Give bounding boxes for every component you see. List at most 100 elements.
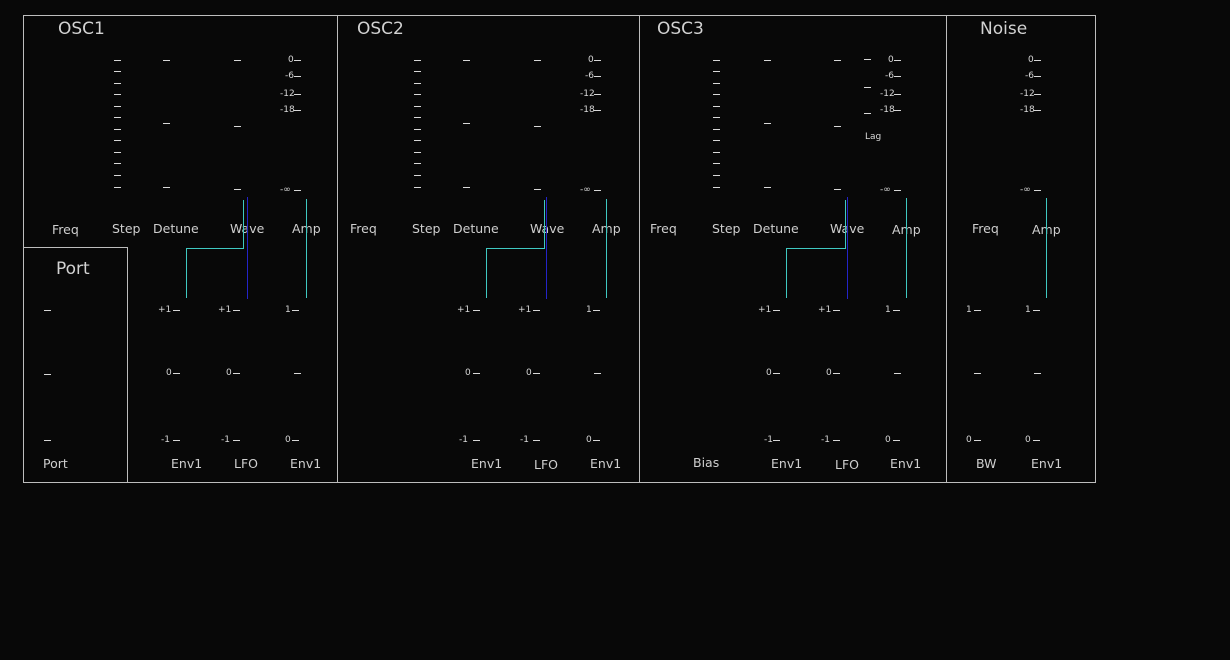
amp-tick: [594, 94, 601, 95]
osc3-detune-label: Detune: [753, 221, 799, 236]
amp-scale-label: -∞: [580, 185, 591, 195]
amp-scale-label: -∞: [880, 185, 891, 195]
step-tick: [713, 163, 720, 164]
osc2-lfo-label: LFO: [534, 457, 558, 472]
amp-scale-label: -18: [580, 105, 595, 115]
amp-scale-label: -6: [585, 71, 594, 81]
osc3-lag-label: Lag: [865, 132, 882, 142]
detune-tick: [163, 123, 170, 124]
noise-env1-label: Env1: [1031, 456, 1063, 471]
amp-tick: [894, 190, 901, 191]
step-tick: [713, 71, 720, 72]
mod-tick: [292, 440, 299, 441]
osc2-panel: [337, 15, 640, 483]
osc1-lfo-label: LFO: [234, 456, 258, 471]
amp-scale-label: -6: [885, 71, 894, 81]
mod-scale-label: 0: [526, 368, 532, 378]
detune-tick: [463, 187, 470, 188]
osc1-mod-connector: [186, 248, 244, 249]
osc3-bias-label: Bias: [693, 455, 720, 470]
mod-scale-label: 1: [586, 305, 592, 315]
osc2-freq-label: Freq: [350, 221, 377, 236]
amp-tick: [894, 60, 901, 61]
amp-scale-label: -∞: [1020, 185, 1031, 195]
amp-scale-label: 0: [888, 55, 894, 65]
mod-scale-label: -1: [821, 435, 830, 445]
mod-tick: [173, 440, 180, 441]
mod-tick: [173, 373, 180, 374]
osc2-step-label: Step: [412, 221, 441, 236]
noise-tick: [1034, 373, 1041, 374]
mod-scale-label: 0: [285, 435, 291, 445]
step-tick: [713, 117, 720, 118]
amp-tick: [594, 76, 601, 77]
mod-scale-label: 0: [885, 435, 891, 445]
osc2-amp-indicator[interactable]: [606, 199, 607, 298]
amp-tick: [1034, 94, 1041, 95]
amp-tick: [294, 110, 301, 111]
osc1-wave-indicator[interactable]: [243, 200, 244, 248]
noise-tick: [974, 373, 981, 374]
osc1-detune-mod-line: [186, 248, 187, 298]
step-tick: [114, 163, 121, 164]
wave-tick: [534, 189, 541, 190]
step-tick: [713, 60, 720, 61]
osc3-panel: [639, 15, 947, 483]
amp-tick: [294, 190, 301, 191]
osc1-amp-indicator[interactable]: [306, 199, 307, 298]
mod-scale-label: +1: [218, 305, 232, 315]
osc3-freq-label: Freq: [650, 221, 677, 236]
osc1-freq-label: Freq: [52, 222, 79, 237]
step-tick: [414, 60, 421, 61]
osc2-wave-indicator[interactable]: [544, 200, 545, 248]
osc3-wave-indicator[interactable]: [845, 200, 846, 248]
noise-amp-indicator[interactable]: [1046, 198, 1047, 298]
port-title: Port: [56, 259, 90, 279]
step-tick: [414, 175, 421, 176]
wave-tick: [834, 60, 841, 61]
osc1-title: OSC1: [58, 19, 105, 39]
noise-tick: [974, 440, 981, 441]
step-tick: [414, 187, 421, 188]
osc3-amp-indicator[interactable]: [906, 198, 907, 298]
noise-freq-label: Freq: [972, 221, 999, 236]
amp-scale-label: 0: [588, 55, 594, 65]
mod-scale-label: 1: [885, 305, 891, 315]
osc3-wave-blue-line: [847, 197, 848, 299]
mod-tick: [773, 310, 780, 311]
step-tick: [414, 163, 421, 164]
mod-tick: [233, 310, 240, 311]
mod-tick: [533, 440, 540, 441]
detune-tick: [163, 187, 170, 188]
amp-tick: [594, 60, 601, 61]
step-tick: [414, 140, 421, 141]
step-tick: [114, 94, 121, 95]
mod-tick: [773, 373, 780, 374]
mod-tick: [473, 373, 480, 374]
lag-tick: [864, 87, 871, 88]
mod-scale-label: 0: [586, 435, 592, 445]
port-tick: [44, 310, 51, 311]
step-tick: [414, 106, 421, 107]
noise-panel: [946, 15, 1096, 483]
mod-scale-label: -1: [161, 435, 170, 445]
noise-scale-label: 1: [966, 305, 972, 315]
step-tick: [713, 83, 720, 84]
detune-tick: [463, 60, 470, 61]
osc2-detune-label: Detune: [453, 221, 499, 236]
amp-tick: [1034, 60, 1041, 61]
amp-tick: [1034, 110, 1041, 111]
step-tick: [414, 117, 421, 118]
osc1-env1-amp-label: Env1: [290, 456, 322, 471]
wave-tick: [534, 126, 541, 127]
osc1-wave-blue-line: [247, 197, 248, 299]
osc2-mod-connector: [486, 248, 545, 249]
step-tick: [414, 152, 421, 153]
wave-tick: [834, 126, 841, 127]
mod-scale-label: -1: [459, 435, 468, 445]
mod-tick: [833, 440, 840, 441]
mod-tick: [593, 310, 600, 311]
step-tick: [114, 60, 121, 61]
step-tick: [114, 117, 121, 118]
port-label: Port: [43, 456, 68, 471]
